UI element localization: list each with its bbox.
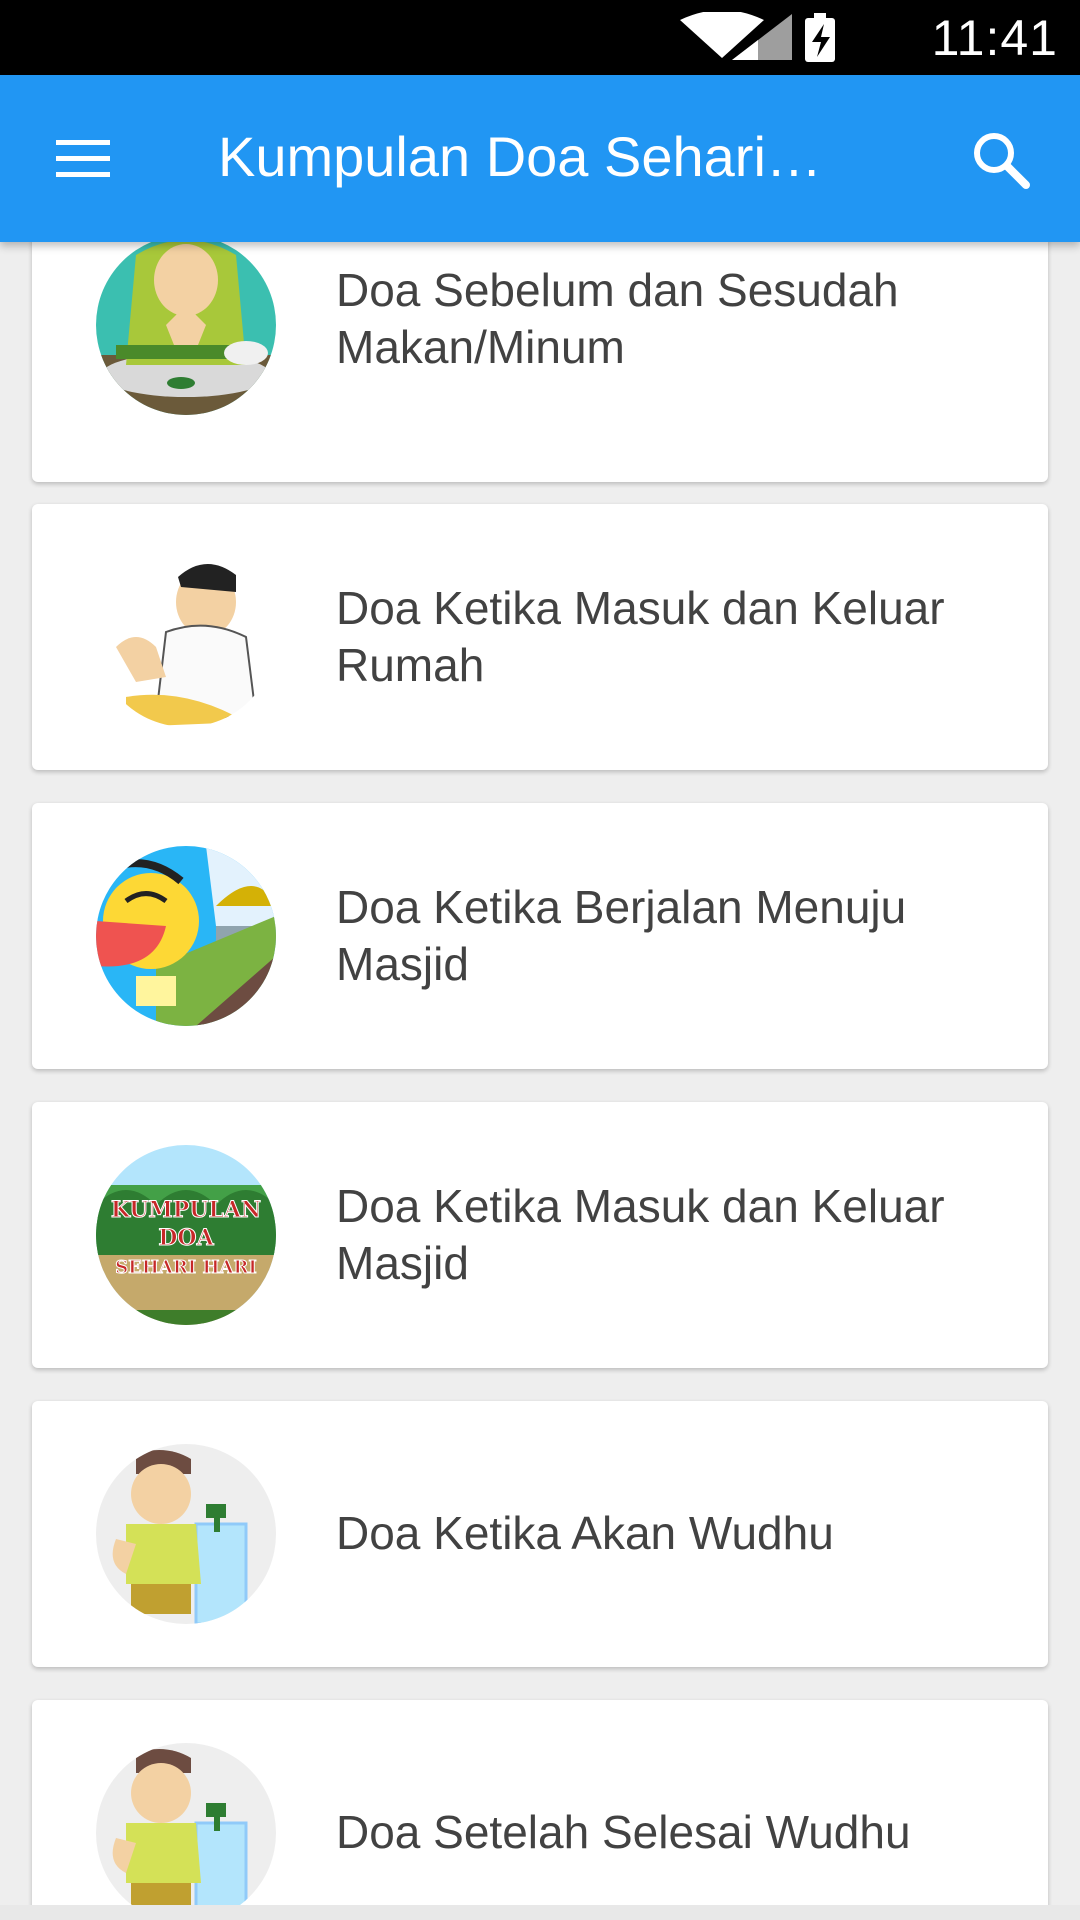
menu-button[interactable] [40,123,128,193]
item-thumbnail [96,547,276,727]
bottom-edge [0,1905,1080,1920]
list-item[interactable]: Doa Setelah Selesai Wudhu [32,1700,1048,1905]
app-bar: Kumpulan Doa Sehari… [0,75,1080,242]
list-item[interactable]: Doa Ketika Masuk dan Keluar Rumah [32,504,1048,770]
list-item[interactable]: Doa Ketika Akan Wudhu [32,1401,1048,1667]
logo-text: DOA [158,1225,214,1251]
boy-at-water-tap-icon [96,1444,276,1624]
item-label: Doa Setelah Selesai Wudhu [336,1806,911,1858]
item-label: Doa Ketika Masuk dan Keluar Rumah [336,582,945,691]
kumpulan-doa-logo-icon: KUMPULAN DOA SEHARI HARI [96,1145,276,1325]
search-icon [974,133,1030,189]
item-label: Doa Ketika Masuk dan Keluar Masjid [336,1180,945,1289]
item-thumbnail [96,242,276,415]
list-item[interactable]: Doa Ketika Berjalan Menuju Masjid [32,803,1048,1069]
logo-text: KUMPULAN [111,1197,261,1223]
item-label: Doa Sebelum dan Sesudah Makan/Minum [336,264,899,373]
list-item[interactable]: KUMPULAN DOA SEHARI HARI Doa Ketika Masu… [32,1102,1048,1368]
item-label: Doa Ketika Berjalan Menuju Masjid [336,881,907,990]
app-title: Kumpulan Doa Sehari… [218,125,822,188]
status-icons [680,12,835,62]
item-thumbnail [96,1743,276,1905]
status-time: 11:41 [931,10,1058,66]
status-bar: 11:41 [0,0,1080,75]
doa-list: Doa Sebelum dan Sesudah Makan/Minum Doa … [0,242,1080,1905]
item-thumbnail: KUMPULAN DOA SEHARI HARI [96,1145,276,1325]
hamburger-menu-icon [56,140,110,177]
girl-praying-icon [96,242,276,415]
man-praying-icon [96,547,276,727]
list-item[interactable]: Doa Sebelum dan Sesudah Makan/Minum [32,242,1048,482]
item-thumbnail [96,1444,276,1624]
logo-text: SEHARI HARI [115,1257,257,1278]
child-walking-to-mosque-icon [96,846,276,1026]
item-label: Doa Ketika Akan Wudhu [336,1507,834,1559]
search-button[interactable] [964,123,1040,199]
item-thumbnail [96,846,276,1026]
boy-at-water-tap-icon [96,1743,276,1905]
battery-charging-icon [805,13,835,62]
